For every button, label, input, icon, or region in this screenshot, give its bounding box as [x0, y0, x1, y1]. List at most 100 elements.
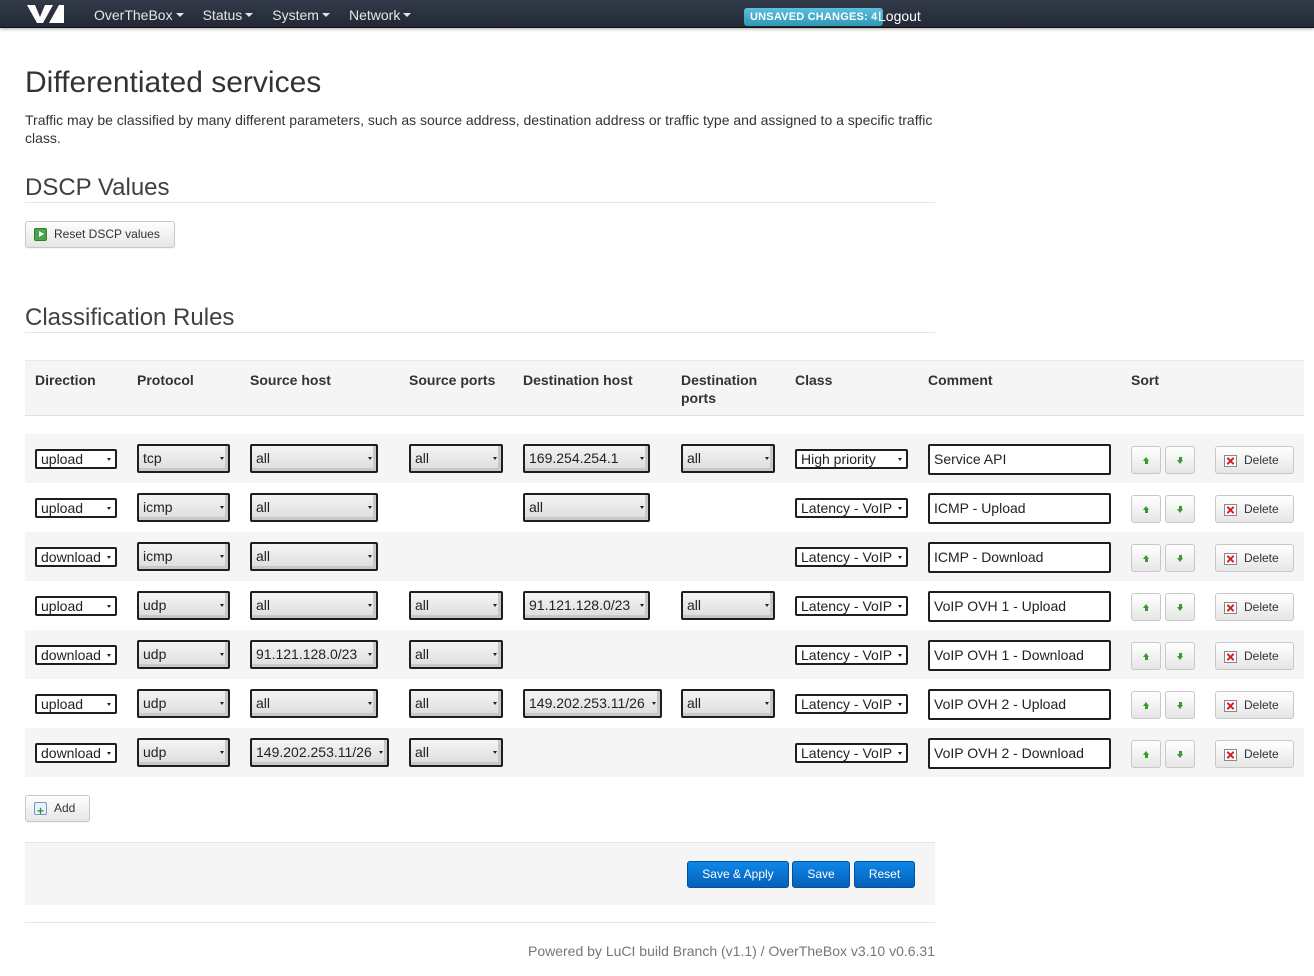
protocol-select[interactable]: icmp — [137, 493, 230, 522]
reset-dscp-button[interactable]: Reset DSCP values — [25, 221, 175, 248]
menu-status[interactable]: Status — [203, 0, 254, 28]
class-select[interactable]: Latency - VoIP — [795, 547, 908, 567]
comment-input[interactable]: ICMP - Upload — [928, 493, 1111, 524]
button-label: Delete — [1244, 649, 1279, 663]
move-up-button[interactable] — [1131, 495, 1161, 523]
arrow-up-icon — [1143, 506, 1150, 513]
source-host-select[interactable]: 91.121.128.0/23 — [250, 640, 378, 669]
menu-network[interactable]: Network — [349, 0, 412, 28]
arrow-down-icon — [1177, 555, 1184, 562]
source-ports-select[interactable]: all — [409, 689, 503, 718]
menu-overthebox[interactable]: OverTheBox — [94, 0, 184, 28]
source-host-select[interactable]: all — [250, 493, 378, 522]
move-down-button[interactable] — [1165, 495, 1195, 523]
delete-icon — [1224, 504, 1237, 516]
source-host-select[interactable]: all — [250, 689, 378, 718]
delete-rule-button[interactable]: Delete — [1215, 691, 1294, 719]
col-source-ports: Source ports — [409, 372, 496, 388]
page-description: Traffic may be classified by many differ… — [25, 112, 933, 146]
move-up-button[interactable] — [1131, 593, 1161, 621]
delete-rule-button[interactable]: Delete — [1215, 593, 1294, 621]
footer-text: Powered by LuCI build Branch (v1.1) / Ov… — [528, 943, 935, 959]
destination-ports-select[interactable]: all — [681, 444, 775, 473]
comment-input[interactable]: ICMP - Download — [928, 542, 1111, 573]
delete-rule-button[interactable]: Delete — [1215, 642, 1294, 670]
source-ports-select[interactable]: all — [409, 738, 503, 767]
destination-host-select[interactable]: 169.254.254.1 — [523, 444, 650, 473]
direction-select[interactable]: download — [35, 645, 117, 665]
protocol-select[interactable]: udp — [137, 738, 230, 767]
dscp-section-title: DSCP Values — [25, 174, 935, 203]
overthebox-logo-icon[interactable] — [25, 3, 65, 25]
destination-ports-select[interactable]: all — [681, 689, 775, 718]
delete-rule-button[interactable]: Delete — [1215, 740, 1294, 768]
source-ports-select[interactable]: all — [409, 591, 503, 620]
protocol-select[interactable]: tcp — [137, 444, 230, 473]
protocol-select[interactable]: udp — [137, 689, 230, 718]
comment-input[interactable]: VoIP OVH 1 - Upload — [928, 591, 1111, 622]
source-host-select[interactable]: 149.202.253.11/26 — [250, 738, 389, 767]
source-host-select[interactable]: all — [250, 444, 378, 473]
move-down-button[interactable] — [1165, 691, 1195, 719]
col-destination-host: Destination host — [523, 372, 633, 388]
destination-ports-select[interactable]: all — [681, 591, 775, 620]
protocol-select[interactable]: udp — [137, 591, 230, 620]
add-rule-button[interactable]: Add — [25, 795, 90, 824]
col-direction: Direction — [35, 372, 96, 388]
add-icon — [34, 799, 47, 824]
col-source-host: Source host — [250, 372, 331, 388]
direction-select[interactable]: upload — [35, 596, 117, 616]
class-select[interactable]: Latency - VoIP — [795, 645, 908, 665]
menu-system[interactable]: System — [272, 0, 330, 28]
reset-button[interactable]: Reset — [854, 861, 915, 888]
arrow-down-icon — [1177, 702, 1184, 709]
comment-input[interactable]: VoIP OVH 2 - Download — [928, 738, 1111, 769]
source-host-select[interactable]: all — [250, 542, 378, 571]
class-select[interactable]: High priority — [795, 449, 908, 469]
comment-input[interactable]: Service API — [928, 444, 1111, 475]
arrow-up-icon — [1143, 555, 1150, 562]
direction-select[interactable]: upload — [35, 694, 117, 714]
class-select[interactable]: Latency - VoIP — [795, 694, 908, 714]
logout-link[interactable]: Logout — [878, 0, 921, 32]
delete-icon — [1224, 553, 1237, 565]
unsaved-changes-badge[interactable]: UNSAVED CHANGES: 4 — [744, 8, 884, 26]
move-down-button[interactable] — [1165, 642, 1195, 670]
class-select[interactable]: Latency - VoIP — [795, 596, 908, 616]
move-up-button[interactable] — [1131, 691, 1161, 719]
move-down-button[interactable] — [1165, 446, 1195, 474]
protocol-select[interactable]: udp — [137, 640, 230, 669]
caret-down-icon — [175, 13, 184, 18]
divider — [25, 922, 935, 923]
delete-rule-button[interactable]: Delete — [1215, 446, 1294, 474]
direction-select[interactable]: upload — [35, 498, 117, 518]
protocol-select[interactable]: icmp — [137, 542, 230, 571]
move-up-button[interactable] — [1131, 544, 1161, 572]
destination-host-select[interactable]: all — [523, 493, 650, 522]
move-down-button[interactable] — [1165, 593, 1195, 621]
comment-input[interactable]: VoIP OVH 1 - Download — [928, 640, 1111, 671]
destination-host-select[interactable]: 149.202.253.11/26 — [523, 689, 662, 718]
button-label: Delete — [1244, 698, 1279, 712]
comment-input[interactable]: VoIP OVH 2 - Upload — [928, 689, 1111, 720]
save-button[interactable]: Save — [792, 861, 850, 888]
source-ports-select[interactable]: all — [409, 444, 503, 473]
move-up-button[interactable] — [1131, 740, 1161, 768]
source-host-select[interactable]: all — [250, 591, 378, 620]
direction-select[interactable]: upload — [35, 449, 117, 469]
move-up-button[interactable] — [1131, 642, 1161, 670]
delete-icon — [1224, 602, 1237, 614]
menu-label: System — [272, 7, 319, 23]
direction-select[interactable]: download — [35, 547, 117, 567]
class-select[interactable]: Latency - VoIP — [795, 743, 908, 763]
move-down-button[interactable] — [1165, 544, 1195, 572]
save-apply-button[interactable]: Save & Apply — [687, 861, 789, 888]
delete-rule-button[interactable]: Delete — [1215, 544, 1294, 572]
destination-host-select[interactable]: 91.121.128.0/23 — [523, 591, 650, 620]
source-ports-select[interactable]: all — [409, 640, 503, 669]
delete-rule-button[interactable]: Delete — [1215, 495, 1294, 523]
move-up-button[interactable] — [1131, 446, 1161, 474]
class-select[interactable]: Latency - VoIP — [795, 498, 908, 518]
move-down-button[interactable] — [1165, 740, 1195, 768]
direction-select[interactable]: download — [35, 743, 117, 763]
